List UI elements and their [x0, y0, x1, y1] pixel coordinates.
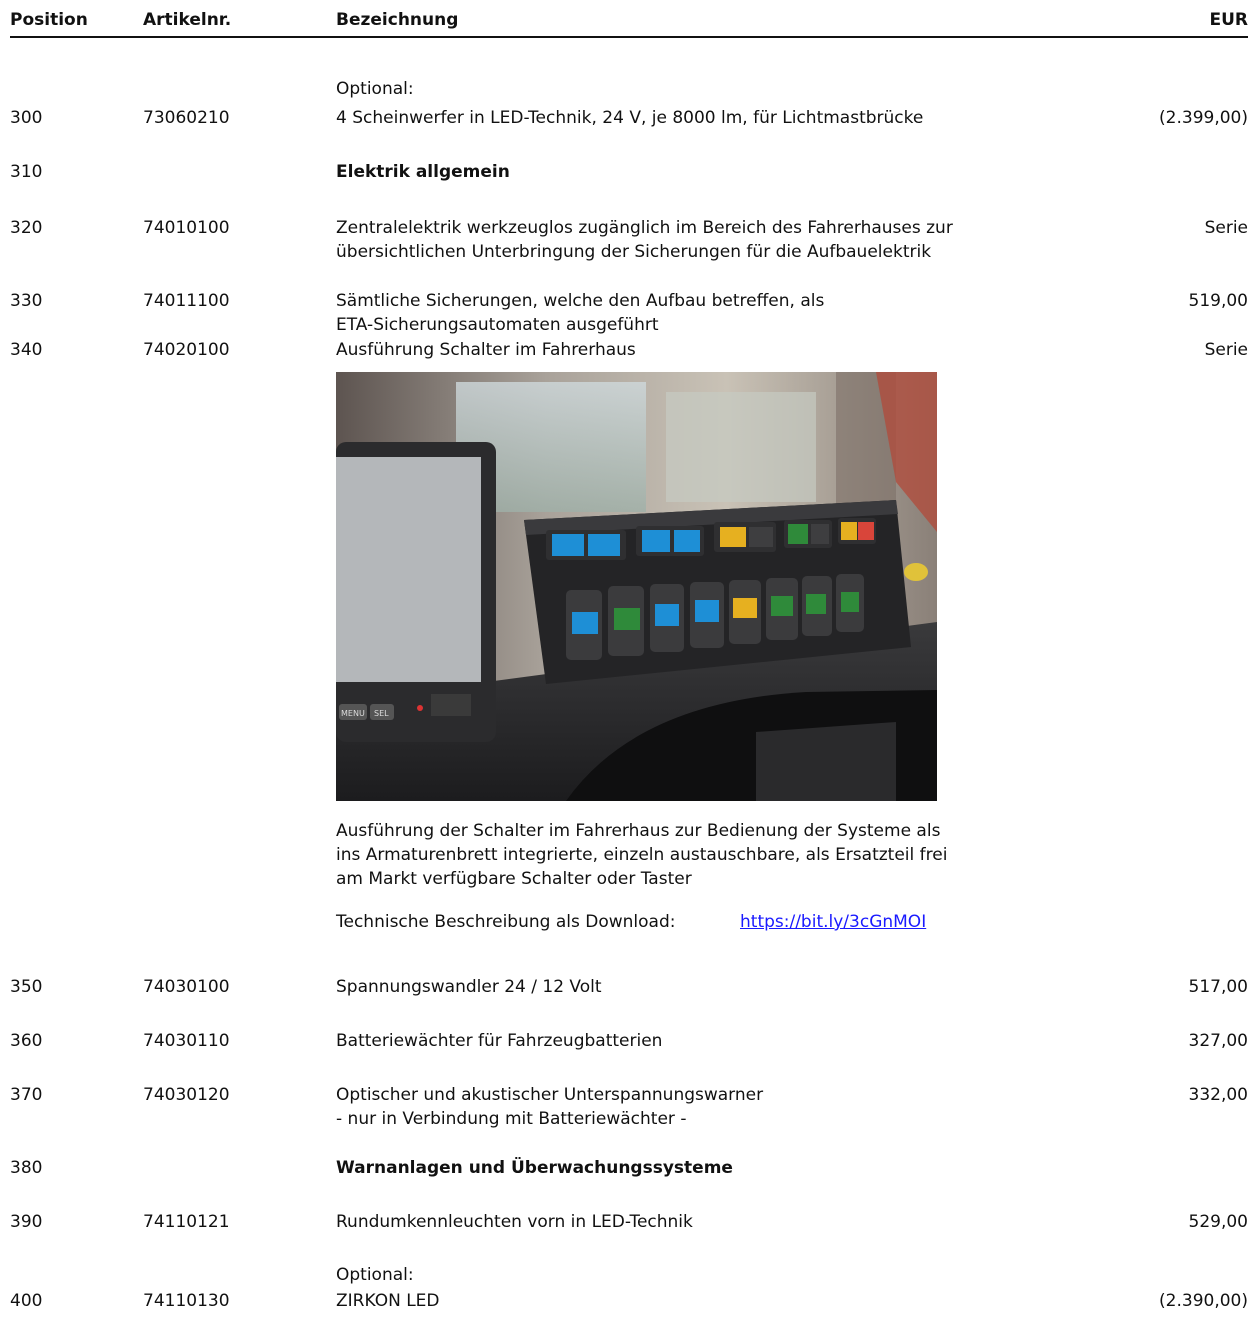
bezeichnung-390: Rundumkennleuchten vorn in LED-Technik [336, 1212, 693, 1232]
position-360: 360 [10, 1031, 43, 1051]
price-370: 332,00 [1188, 1085, 1248, 1105]
section-title-warnanlagen: Warnanlagen und Überwachungssysteme [336, 1158, 733, 1178]
price-340: Serie [1204, 340, 1248, 360]
position-370: 370 [10, 1085, 43, 1105]
position-400: 400 [10, 1291, 43, 1311]
header-eur: EUR [1209, 10, 1248, 30]
position-380: 380 [10, 1158, 43, 1178]
price-320: Serie [1204, 218, 1248, 238]
artikelnr-350: 74030100 [143, 977, 230, 997]
bezeichnung-360: Batteriewächter für Fahrzeugbatterien [336, 1031, 663, 1051]
price-300: (2.399,00) [1159, 108, 1248, 128]
bezeichnung-330-line1: Sämtliche Sicherungen, welche den Aufbau… [336, 291, 825, 311]
bezeichnung-370-line2: - nur in Verbindung mit Batteriewächter … [336, 1109, 687, 1129]
download-link[interactable]: https://bit.ly/3cGnMOI [740, 911, 926, 933]
artikelnr-320: 74010100 [143, 218, 230, 238]
bezeichnung-330-line2: ETA-Sicherungsautomaten ausgeführt [336, 315, 659, 335]
position-320: 320 [10, 218, 43, 238]
price-390: 529,00 [1188, 1212, 1248, 1232]
position-340: 340 [10, 340, 43, 360]
description-340-line2: ins Armaturenbrett integrierte, einzeln … [336, 845, 948, 865]
position-390: 390 [10, 1212, 43, 1232]
artikelnr-390: 74110121 [143, 1212, 230, 1232]
artikelnr-340: 74020100 [143, 340, 230, 360]
section-title-elektrik: Elektrik allgemein [336, 162, 510, 182]
bezeichnung-320-line1: Zentralelektrik werkzeuglos zugänglich i… [336, 218, 953, 238]
artikelnr-330: 74011100 [143, 291, 230, 311]
optional-label: Optional: [336, 79, 414, 99]
header-position: Position [10, 10, 88, 30]
bezeichnung-340: Ausführung Schalter im Fahrerhaus [336, 340, 636, 360]
photo-sel-label: SEL [374, 709, 389, 718]
position-310: 310 [10, 162, 43, 182]
header-artikelnr: Artikelnr. [143, 10, 232, 30]
bezeichnung-350: Spannungswandler 24 / 12 Volt [336, 977, 602, 997]
position-300: 300 [10, 108, 43, 128]
bezeichnung-300: 4 Scheinwerfer in LED-Technik, 24 V, je … [336, 108, 924, 128]
bezeichnung-400: ZIRKON LED [336, 1291, 440, 1311]
optional-label-400: Optional: [336, 1265, 414, 1285]
bezeichnung-370-line1: Optischer und akustischer Unterspannungs… [336, 1085, 764, 1105]
description-340-line1: Ausführung der Schalter im Fahrerhaus zu… [336, 821, 941, 841]
artikelnr-300: 73060210 [143, 108, 230, 128]
position-330: 330 [10, 291, 43, 311]
header-bezeichnung: Bezeichnung [336, 10, 459, 30]
price-350: 517,00 [1188, 977, 1248, 997]
position-350: 350 [10, 977, 43, 997]
header-divider [10, 36, 1248, 38]
artikelnr-400: 74110130 [143, 1291, 230, 1311]
switch-panel-photo: MENU SEL [336, 372, 937, 801]
price-330: 519,00 [1188, 291, 1248, 311]
artikelnr-360: 74030110 [143, 1031, 230, 1051]
photo-menu-label: MENU [341, 709, 365, 718]
price-400: (2.390,00) [1159, 1291, 1248, 1311]
price-360: 327,00 [1188, 1031, 1248, 1051]
bezeichnung-320-line2: übersichtlichen Unterbringung der Sicher… [336, 242, 932, 262]
download-label: Technische Beschreibung als Download: [336, 912, 676, 932]
artikelnr-370: 74030120 [143, 1085, 230, 1105]
description-340-line3: am Markt verfügbare Schalter oder Taster [336, 869, 692, 889]
